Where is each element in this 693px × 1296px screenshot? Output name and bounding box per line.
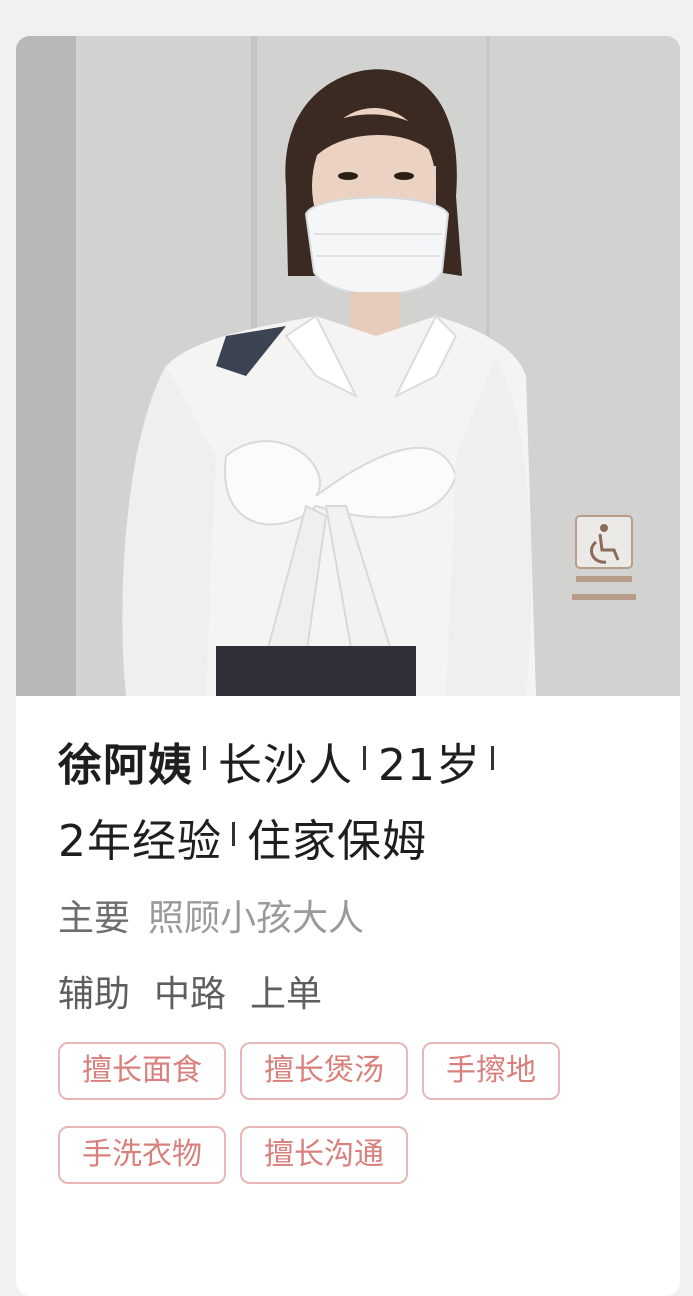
skill-tag[interactable]: 擅长面食: [58, 1042, 226, 1100]
divider: [203, 746, 206, 770]
care-value: 照顾小孩大人: [148, 898, 365, 939]
skill-tag[interactable]: 手擦地: [422, 1042, 560, 1100]
hometown-text: 长沙人: [218, 740, 353, 791]
nanny-card[interactable]: 徐阿姨 长沙人 21岁 2年经验 住家保姆 主要 照顾小孩大人 辅助 中路 上单 擅长面食擅…: [16, 36, 680, 1296]
skill-tags: 擅长面食 擅长煲汤 手擦地手洗衣物 擅长沟通: [58, 1042, 658, 1210]
name-text: 徐阿姨: [58, 740, 193, 791]
profile-info: 徐阿姨 长沙人 21岁 2年经验 住家保姆 主要 照顾小孩大人 辅助 中路 上单 擅长面食擅…: [58, 736, 660, 1210]
divider: [491, 746, 494, 770]
care-line: 主要 照顾小孩大人: [58, 894, 660, 944]
care-label: 主要: [58, 898, 131, 939]
skill-tag[interactable]: 手洗衣物: [58, 1126, 226, 1184]
experience-text: 2年经验: [58, 816, 222, 867]
role-item: 中路: [154, 974, 227, 1015]
skill-tag[interactable]: 擅长沟通: [240, 1126, 408, 1184]
divider: [232, 822, 235, 846]
title-line-1: 徐阿姨 长沙人 21岁: [58, 736, 660, 796]
role-item: 上单: [250, 974, 323, 1015]
photo-illustration: [16, 36, 680, 696]
profile-photo: [16, 36, 680, 696]
job-type-text: 住家保姆: [247, 816, 427, 867]
roles-line: 辅助 中路 上单: [58, 970, 660, 1020]
title-line-2: 2年经验 住家保姆: [58, 812, 660, 872]
role-item: 辅助: [58, 974, 131, 1015]
skill-tag[interactable]: 擅长煲汤: [240, 1042, 408, 1100]
age-text: 21岁: [378, 740, 481, 791]
divider: [363, 746, 366, 770]
